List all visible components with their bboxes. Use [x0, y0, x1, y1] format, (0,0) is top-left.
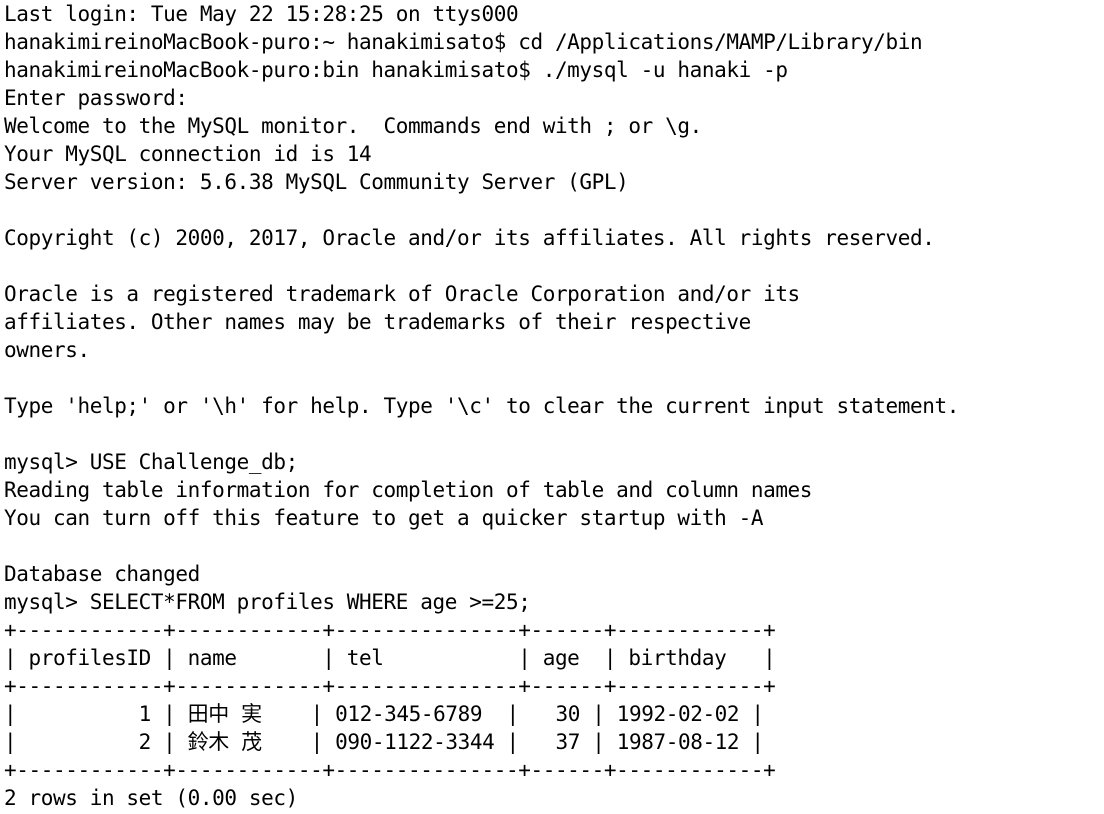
shell-prompt-mysql-command: hanakimireinoMacBook-puro:bin hanakimisa… [4, 58, 788, 82]
password-prompt: Enter password: [4, 86, 188, 110]
copyright-line: Copyright (c) 2000, 2017, Oracle and/or … [4, 226, 935, 250]
database-changed-line: Database changed [4, 562, 200, 586]
last-login-line: Last login: Tue May 22 15:28:25 on ttys0… [4, 2, 519, 26]
connection-id-line: Your MySQL connection id is 14 [4, 142, 372, 166]
reading-table-info-line: Reading table information for completion… [4, 478, 813, 502]
table-border-top: +------------+------------+-------------… [4, 618, 776, 642]
table-row: | 1 | 田中 実 | 012-345-6789 | 30 | 1992-02… [4, 702, 764, 726]
server-version-line: Server version: 5.6.38 MySQL Community S… [4, 170, 629, 194]
help-hint-line: Type 'help;' or '\h' for help. Type '\c'… [4, 394, 959, 418]
trademark-line-2: affiliates. Other names may be trademark… [4, 310, 751, 334]
table-header-row: | profilesID | name | tel | age | birthd… [4, 646, 776, 670]
result-summary-line: 2 rows in set (0.00 sec) [4, 786, 298, 810]
welcome-message: Welcome to the MySQL monitor. Commands e… [4, 114, 702, 138]
trademark-line-3: owners. [4, 338, 90, 362]
table-border-bottom: +------------+------------+-------------… [4, 758, 776, 782]
quicker-startup-hint: You can turn off this feature to get a q… [4, 506, 764, 530]
shell-prompt-cd-command: hanakimireinoMacBook-puro:~ hanakimisato… [4, 30, 923, 54]
trademark-line-1: Oracle is a registered trademark of Orac… [4, 282, 800, 306]
mysql-select-command: mysql> SELECT*FROM profiles WHERE age >=… [4, 590, 531, 614]
table-row: | 2 | 鈴木 茂 | 090-1122-3344 | 37 | 1987-0… [4, 730, 764, 754]
terminal-window[interactable]: Last login: Tue May 22 15:28:25 on ttys0… [0, 0, 1104, 814]
mysql-use-command: mysql> USE Challenge_db; [4, 450, 298, 474]
table-border-header: +------------+------------+-------------… [4, 674, 776, 698]
